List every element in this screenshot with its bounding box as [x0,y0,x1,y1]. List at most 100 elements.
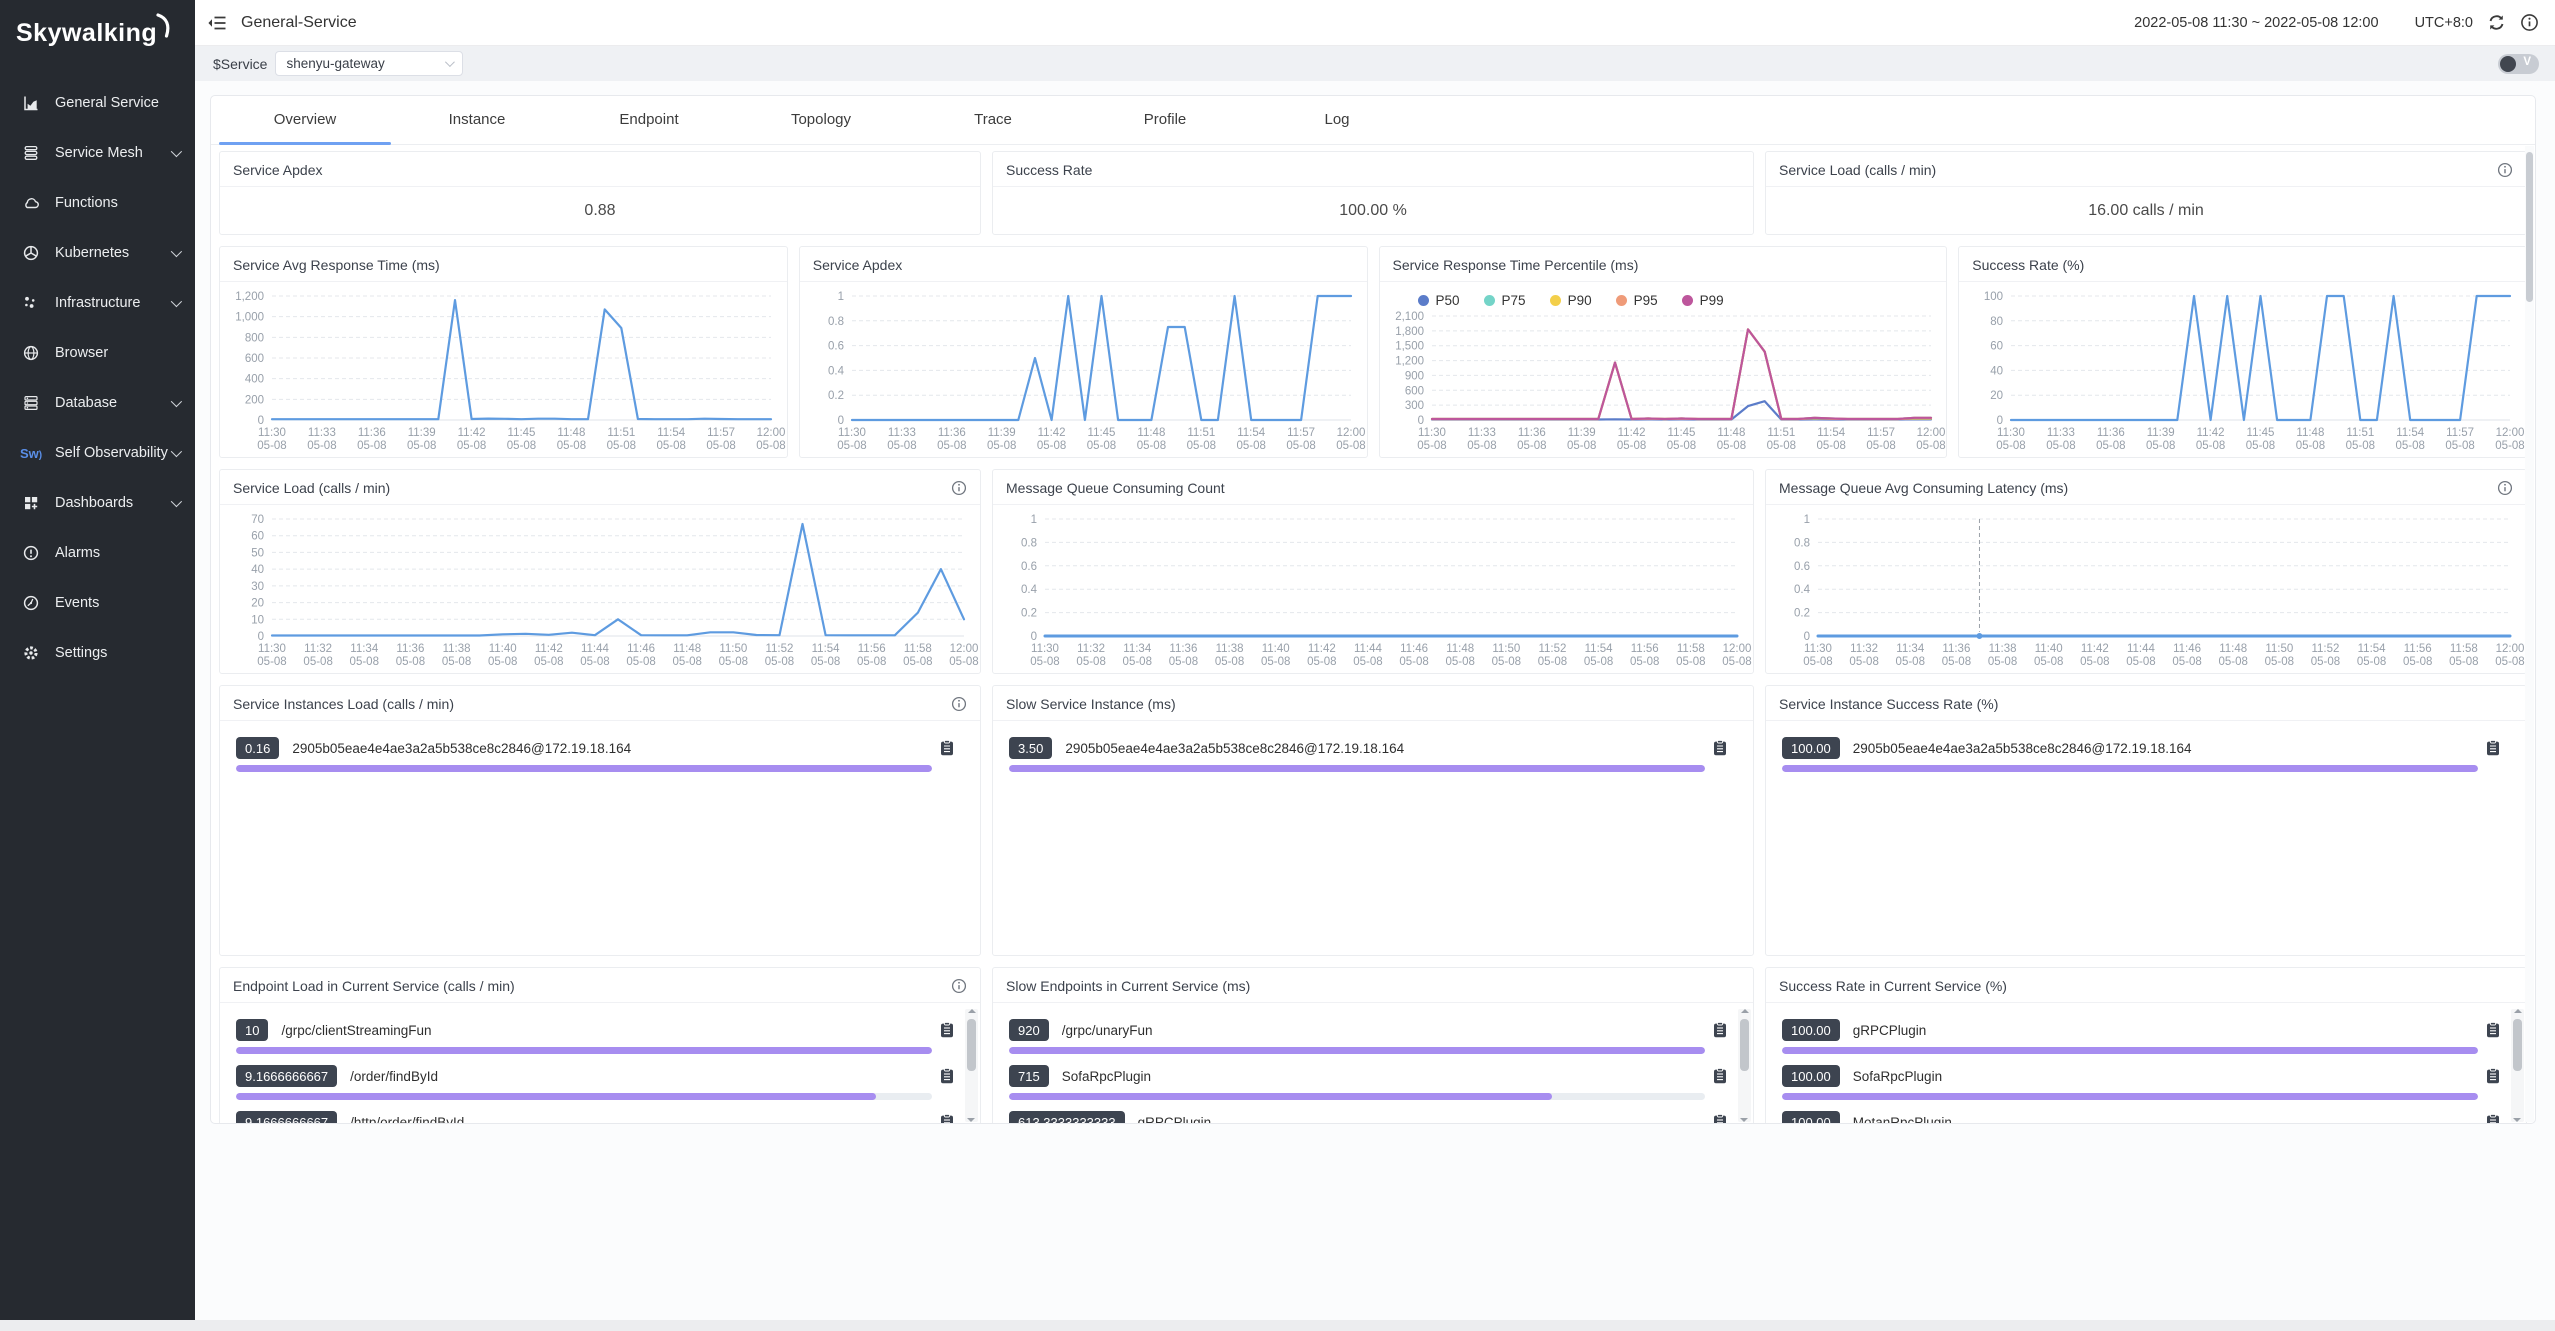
info-icon[interactable] [951,480,967,496]
info-icon[interactable] [2497,162,2513,178]
sidebar-item-functions[interactable]: Functions [0,178,195,228]
sidebar-item-service-mesh[interactable]: Service Mesh [0,128,195,178]
chart-area[interactable]: 01020304050607011:3005-0811:3205-0811:34… [220,505,980,672]
chart-area[interactable]: 00.20.40.60.8111:3005-0811:3205-0811:340… [1766,505,2526,672]
info-icon[interactable] [2520,13,2539,32]
list-item[interactable]: 613.3333333333 gRPCPlugin [1009,1111,1727,1124]
copy-icon[interactable] [940,1114,954,1124]
scrollbar-thumb[interactable] [967,1019,976,1071]
info-icon[interactable] [951,696,967,712]
chart-area[interactable]: 00.20.40.60.8111:3005-0811:3205-0811:340… [993,505,1753,672]
progress-fill [1782,1047,2478,1054]
database-icon [20,394,42,412]
panel-scrollbar-thumb[interactable] [2526,152,2533,302]
legend-item-p75[interactable]: P75 [1484,293,1526,308]
list-item[interactable]: 9.1666666667 /http/order/findById [236,1111,954,1124]
sidebar-item-alarms[interactable]: Alarms [0,528,195,578]
list-item[interactable]: 0.16 2905b05eae4e4ae3a2a5b538ce8c2846@17… [236,737,954,772]
list-scrollbar[interactable] [965,1009,978,1122]
tab-overview[interactable]: Overview [219,96,391,144]
svg-text:20: 20 [1990,390,2003,402]
svg-text:0.6: 0.6 [1794,561,1810,573]
copy-icon[interactable] [2486,1022,2500,1038]
copy-icon[interactable] [940,740,954,756]
chart-canvas: 00.20.40.60.8111:3005-0811:3305-0811:360… [800,282,1367,456]
chart-row-2: Service Load (calls / min) 0102030405060… [219,469,2527,674]
svg-text:11:5105-08: 11:5105-08 [1766,427,1795,452]
collapse-sidebar-icon[interactable] [207,14,227,32]
chart-area[interactable]: 03006009001,2001,5001,8002,10011:3005-08… [1380,310,1947,456]
copy-icon[interactable] [1713,1068,1727,1084]
skywalking-logo[interactable]: Skywalking [0,0,195,66]
utc-selector[interactable]: UTC+8:0 [2415,15,2473,31]
copy-icon[interactable] [940,1068,954,1084]
copy-icon[interactable] [1713,1114,1727,1124]
list-item[interactable]: 100.00 SofaRpcPlugin [1782,1065,2500,1100]
scroll-up-arrow[interactable] [2514,1009,2522,1013]
scrollbar-thumb[interactable] [2513,1019,2522,1071]
sidebar-item-database[interactable]: Database [0,378,195,428]
tab-trace[interactable]: Trace [907,96,1079,144]
list-scrollbar[interactable] [1738,1009,1751,1122]
list-item[interactable]: 100.00 gRPCPlugin [1782,1019,2500,1054]
tab-topology[interactable]: Topology [735,96,907,144]
copy-icon[interactable] [2486,1068,2500,1084]
scroll-down-arrow[interactable] [2513,1118,2521,1122]
tab-endpoint[interactable]: Endpoint [563,96,735,144]
chart-area[interactable]: 02004006008001,0001,20011:3005-0811:3305… [220,282,787,456]
list-item[interactable]: 100.00 2905b05eae4e4ae3a2a5b538ce8c2846@… [1782,737,2500,772]
copy-icon[interactable] [940,1022,954,1038]
tab-profile[interactable]: Profile [1079,96,1251,144]
progress-fill [236,1047,932,1054]
sidebar-item-infrastructure[interactable]: Infrastructure [0,278,195,328]
svg-text:11:5205-08: 11:5205-08 [1538,643,1567,668]
sidebar-item-general-service[interactable]: General Service [0,78,195,128]
list-item[interactable]: 10 /grpc/clientStreamingFun [236,1019,954,1054]
copy-icon[interactable] [1713,1022,1727,1038]
scroll-up-arrow[interactable] [1741,1009,1749,1013]
list-scrollbar[interactable] [2511,1009,2524,1122]
info-icon[interactable] [951,978,967,994]
tab-log[interactable]: Log [1251,96,1423,144]
list-item[interactable]: 3.50 2905b05eae4e4ae3a2a5b538ce8c2846@17… [1009,737,1727,772]
tab-instance[interactable]: Instance [391,96,563,144]
sidebar-item-browser[interactable]: Browser [0,328,195,378]
list-item[interactable]: 715 SofaRpcPlugin [1009,1065,1727,1100]
svg-text:0.4: 0.4 [828,365,845,377]
list-body: 100.00 2905b05eae4e4ae3a2a5b538ce8c2846@… [1766,721,2526,772]
scroll-down-arrow[interactable] [967,1118,975,1122]
list-item[interactable]: 920 /grpc/unaryFun [1009,1019,1727,1054]
copy-icon[interactable] [2486,740,2500,756]
card-title: Service Apdex [813,257,903,273]
legend-item-p99[interactable]: P99 [1682,293,1724,308]
legend-item-p95[interactable]: P95 [1616,293,1658,308]
service-select[interactable]: shenyu-gateway [275,51,463,76]
copy-icon[interactable] [2486,1114,2500,1124]
sidebar-item-self-observability[interactable]: Sw) Self Observability [0,428,195,478]
chart-area[interactable]: 02040608010011:3005-0811:3305-0811:3605-… [1959,282,2526,456]
sidebar-item-dashboards[interactable]: Dashboards [0,478,195,528]
scroll-up-arrow[interactable] [968,1009,976,1013]
sidebar-item-label: General Service [55,95,159,111]
view-toggle[interactable]: V [2498,54,2539,74]
progress-fill [236,1093,876,1100]
value-badge: 0.16 [236,737,279,759]
legend-item-p50[interactable]: P50 [1418,293,1460,308]
card-title: Message Queue Consuming Count [1006,480,1225,496]
svg-text:11:4805-08: 11:4805-08 [557,427,586,452]
info-icon[interactable] [2497,480,2513,496]
sidebar-item-kubernetes[interactable]: Kubernetes [0,228,195,278]
panel-scrollbar[interactable] [2525,146,2534,1122]
sidebar-item-events[interactable]: Events [0,578,195,628]
list-item[interactable]: 100.00 MotanRpcPlugin [1782,1111,2500,1124]
chart-area[interactable]: 00.20.40.60.8111:3005-0811:3305-0811:360… [800,282,1367,456]
list-item[interactable]: 9.1666666667 /order/findById [236,1065,954,1100]
scroll-down-arrow[interactable] [1740,1118,1748,1122]
copy-icon[interactable] [1713,740,1727,756]
time-range-picker[interactable]: 2022-05-08 11:30 ~ 2022-05-08 12:00 [2134,15,2378,31]
svg-text:0: 0 [258,631,264,643]
auto-refresh-icon[interactable] [2487,13,2506,32]
scrollbar-thumb[interactable] [1740,1019,1749,1071]
sidebar-item-settings[interactable]: Settings [0,628,195,678]
legend-item-p90[interactable]: P90 [1550,293,1592,308]
